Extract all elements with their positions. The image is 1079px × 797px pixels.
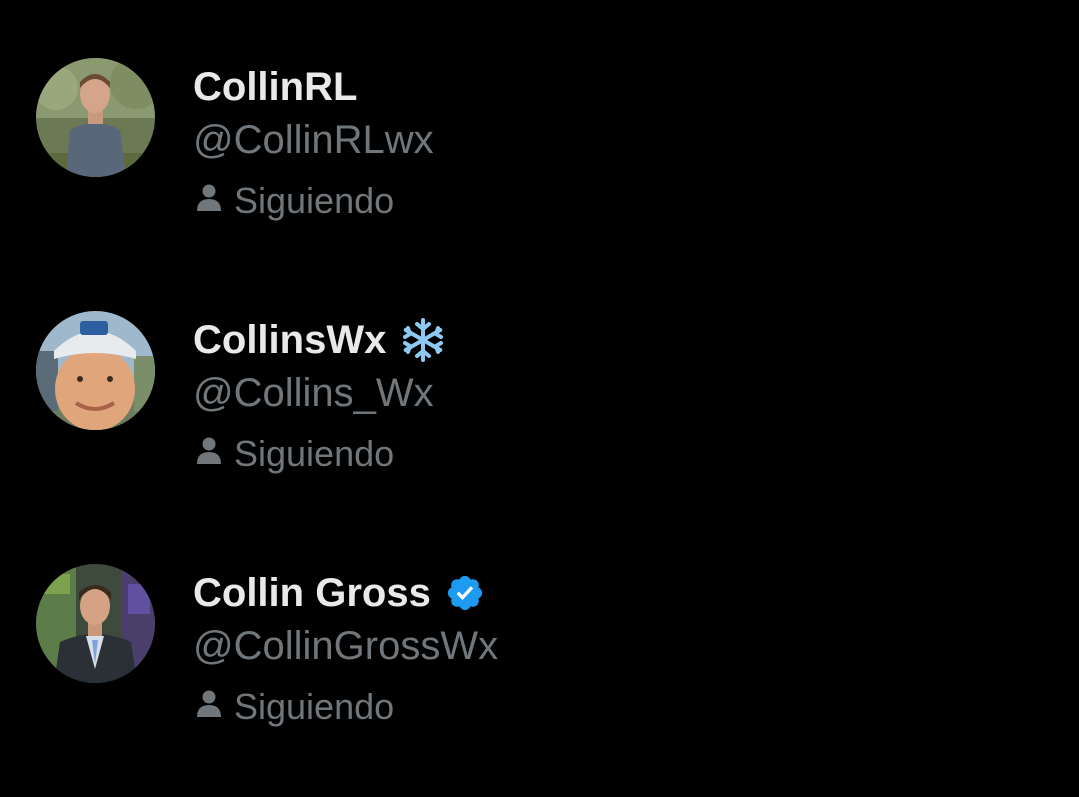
person-icon: [196, 688, 222, 718]
name-line: CollinRL: [193, 62, 357, 112]
display-name[interactable]: CollinsWx: [193, 315, 386, 365]
avatar-image: [36, 564, 155, 683]
follow-status: Siguiendo: [196, 176, 394, 226]
user-handle: @Collins_Wx: [193, 371, 434, 415]
avatar[interactable]: [36, 564, 155, 683]
user-row[interactable]: CollinRL @CollinRLwx Siguiendo: [0, 52, 1079, 272]
follow-status-label: Siguiendo: [234, 180, 395, 221]
display-name[interactable]: Collin Gross: [193, 568, 431, 618]
verified-badge-icon: [445, 573, 485, 613]
follow-status: Siguiendo: [196, 682, 394, 732]
person-icon: [196, 182, 222, 212]
snowflake-icon: [400, 317, 446, 363]
user-list: CollinRL @CollinRLwx Siguiendo CollinsWx…: [0, 0, 1079, 797]
name-line: CollinsWx: [193, 315, 446, 365]
avatar[interactable]: [36, 58, 155, 177]
follow-status-label: Siguiendo: [234, 433, 395, 474]
display-name[interactable]: CollinRL: [193, 62, 357, 112]
user-handle: @CollinRLwx: [193, 118, 434, 162]
person-icon: [196, 435, 222, 465]
follow-status: Siguiendo: [196, 429, 394, 479]
avatar-image: [36, 58, 155, 177]
user-row[interactable]: Collin Gross @CollinGrossWx Siguiendo: [0, 558, 1079, 778]
avatar-image: [36, 311, 155, 430]
user-row[interactable]: CollinsWx @Collins_Wx Siguiendo: [0, 305, 1079, 525]
user-handle: @CollinGrossWx: [193, 624, 499, 668]
name-line: Collin Gross: [193, 568, 485, 618]
avatar[interactable]: [36, 311, 155, 430]
follow-status-label: Siguiendo: [234, 686, 395, 727]
